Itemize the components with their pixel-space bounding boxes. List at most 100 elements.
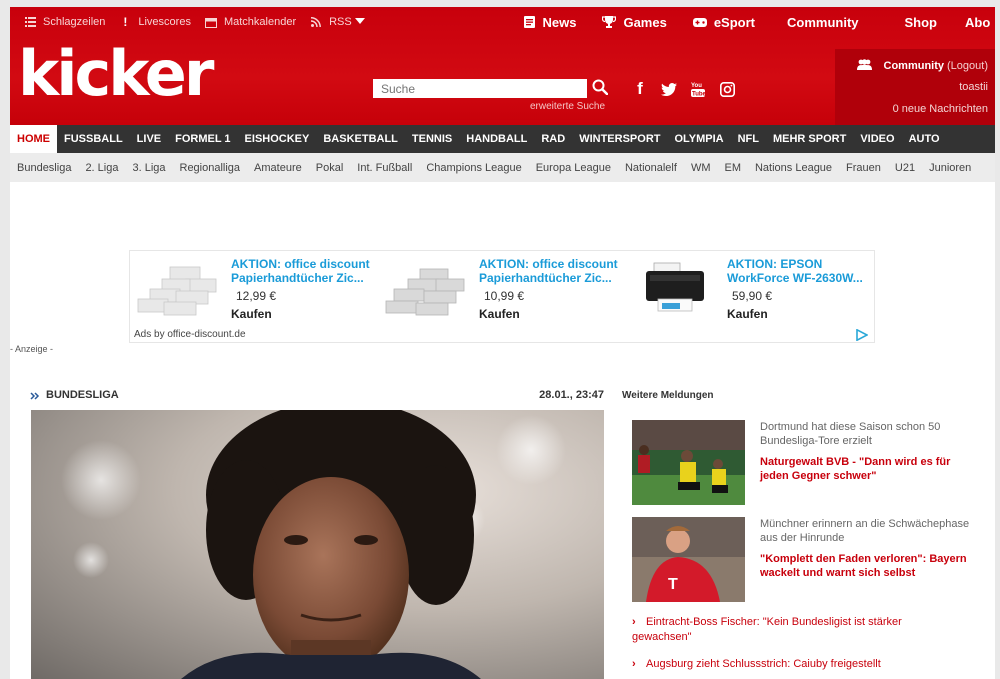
sport-nav-wintersport[interactable]: WINTERSPORT (572, 125, 667, 153)
nav-label: eSport (713, 14, 755, 30)
chevron-down-icon (354, 16, 365, 28)
adchoices-icon[interactable] (856, 328, 869, 342)
community-label[interactable]: Community (884, 60, 945, 72)
hero-image[interactable] (31, 410, 604, 679)
subnav-regionalliga[interactable]: Regionalliga (180, 162, 241, 174)
ad-label: - Anzeige - (10, 344, 54, 354)
subnav-nationalelf[interactable]: Nationalelf (625, 162, 677, 174)
instagram-icon[interactable] (719, 81, 735, 97)
subnav-bundesliga[interactable]: Bundesliga (17, 162, 71, 174)
svg-text:You: You (691, 83, 702, 89)
sport-nav: HOME FUSSBALL LIVE FORMEL 1 EISHOCKEY BA… (10, 125, 995, 153)
ad-item[interactable]: AKTION: office discount Papierhandtücher… (130, 251, 378, 323)
search-icon[interactable] (592, 79, 609, 96)
subnav-int-fussball[interactable]: Int. Fußball (357, 162, 412, 174)
subnav-nations-league[interactable]: Nations League (755, 162, 832, 174)
sport-nav-rad[interactable]: RAD (534, 125, 572, 153)
ad-price: 12,99 € (236, 289, 277, 303)
site-header: Schlagzeilen ! Livescores Matchkalender … (10, 7, 995, 125)
ad-title[interactable]: AKTION: office discount Papierhandtücher… (231, 257, 381, 285)
nav-news[interactable]: News (524, 15, 576, 30)
util-livescores[interactable]: ! Livescores (119, 15, 191, 29)
kicker-logo[interactable]: kicker (18, 43, 214, 105)
util-label: RSS (329, 16, 352, 28)
twitter-icon[interactable] (661, 81, 677, 97)
svg-text:Tube: Tube (692, 92, 705, 98)
sport-nav-olympia[interactable]: OLYMPIA (667, 125, 730, 153)
util-rss[interactable]: RSS (310, 16, 365, 28)
nav-shop[interactable]: Shop (905, 15, 938, 30)
advanced-search-link[interactable]: erweiterte Suche (530, 101, 605, 112)
nav-label: Games (623, 14, 667, 30)
news-link-text: Eintracht-Boss Fischer: "Kein Bundesligi… (632, 616, 902, 643)
nav-abo[interactable]: Abo (965, 15, 995, 30)
exclamation-icon: ! (123, 15, 128, 29)
ad-buy-button[interactable]: Kaufen (727, 307, 768, 321)
nav-label: Abo (965, 14, 991, 30)
ad-item[interactable]: AKTION: EPSON WorkForce WF-2630W... 59,9… (626, 251, 874, 323)
subnav-em[interactable]: EM (724, 162, 741, 174)
sport-nav-fussball[interactable]: FUSSBALL (57, 125, 130, 153)
ad-banner: AKTION: office discount Papierhandtücher… (129, 250, 875, 343)
sport-nav-eishockey[interactable]: EISHOCKEY (238, 125, 317, 153)
news-thumbnail[interactable]: T (632, 517, 745, 602)
ad-attribution[interactable]: Ads by office-discount.de (134, 329, 246, 340)
subnav-europa-league[interactable]: Europa League (536, 162, 611, 174)
news-link-text: Augsburg zieht Schlussstrich: Caiuby fre… (646, 658, 881, 670)
logout-link[interactable]: (Logout) (947, 60, 988, 72)
subnav-junioren[interactable]: Junioren (929, 162, 971, 174)
section-label[interactable]: BUNDESLIGA (46, 389, 119, 401)
page: Schlagzeilen ! Livescores Matchkalender … (10, 7, 995, 679)
ad-title[interactable]: AKTION: EPSON WorkForce WF-2630W... (727, 257, 877, 285)
main-nav: News Games eSport Community Shop Abo (498, 7, 995, 37)
sport-nav-basketball[interactable]: BASKETBALL (316, 125, 405, 153)
util-schlagzeilen[interactable]: Schlagzeilen (24, 16, 105, 28)
news-icon (524, 16, 536, 28)
subnav-pokal[interactable]: Pokal (316, 162, 344, 174)
community-header: Community (Logout) (856, 59, 988, 73)
trophy-icon (602, 16, 617, 28)
username[interactable]: toastii (959, 81, 988, 93)
youtube-icon[interactable]: You Tube (690, 81, 706, 97)
sport-nav-home[interactable]: HOME (10, 125, 57, 153)
paper-towels-image (384, 261, 468, 317)
subnav-2-liga[interactable]: 2. Liga (85, 162, 118, 174)
story-timestamp: 28.01., 23:47 (539, 389, 604, 401)
subnav-frauen[interactable]: Frauen (846, 162, 881, 174)
sport-nav-live[interactable]: LIVE (130, 125, 168, 153)
subnav-3-liga[interactable]: 3. Liga (132, 162, 165, 174)
subnav-wm[interactable]: WM (691, 162, 711, 174)
subnav-amateure[interactable]: Amateure (254, 162, 302, 174)
sport-nav-formel-1[interactable]: FORMEL 1 (168, 125, 237, 153)
ad-price: 59,90 € (732, 289, 773, 303)
util-matchkalender[interactable]: Matchkalender (204, 16, 296, 28)
search-input[interactable] (373, 79, 587, 98)
nav-games[interactable]: Games (602, 14, 667, 30)
sport-nav-handball[interactable]: HANDBALL (459, 125, 534, 153)
sport-nav-tennis[interactable]: TENNIS (405, 125, 459, 153)
sport-nav-auto[interactable]: AUTO (902, 125, 947, 153)
subnav-u21[interactable]: U21 (895, 162, 915, 174)
subnav-champions-league[interactable]: Champions League (426, 162, 521, 174)
ad-buy-button[interactable]: Kaufen (231, 307, 272, 321)
nav-community[interactable]: Community (787, 15, 859, 30)
list-icon (24, 16, 36, 28)
messages-link[interactable]: 0 neue Nachrichten (893, 103, 988, 115)
ad-item[interactable]: AKTION: office discount Papierhandtücher… (378, 251, 626, 323)
nav-esport[interactable]: eSport (692, 14, 755, 30)
nav-label: News (542, 14, 577, 30)
news-headline[interactable]: Naturgewalt BVB - "Dann wird es für jede… (760, 455, 970, 483)
ad-buy-button[interactable]: Kaufen (479, 307, 520, 321)
sport-nav-nfl[interactable]: NFL (731, 125, 766, 153)
news-link[interactable]: › Eintracht-Boss Fischer: "Kein Bundeslig… (632, 615, 962, 645)
ad-title[interactable]: AKTION: office discount Papierhandtücher… (479, 257, 629, 285)
sport-nav-video[interactable]: VIDEO (853, 125, 901, 153)
news-headline[interactable]: "Komplett den Faden verloren": Bayern wa… (760, 552, 970, 580)
facebook-icon[interactable]: f (632, 79, 648, 98)
news-link[interactable]: › Augsburg zieht Schlussstrich: Caiuby fr… (632, 657, 962, 672)
paper-towels-image (136, 261, 220, 317)
calendar-icon (204, 16, 217, 28)
news-thumbnail[interactable] (632, 420, 745, 505)
sport-nav-mehr-sport[interactable]: MEHR SPORT (766, 125, 853, 153)
social-links: f You Tube (632, 79, 748, 98)
